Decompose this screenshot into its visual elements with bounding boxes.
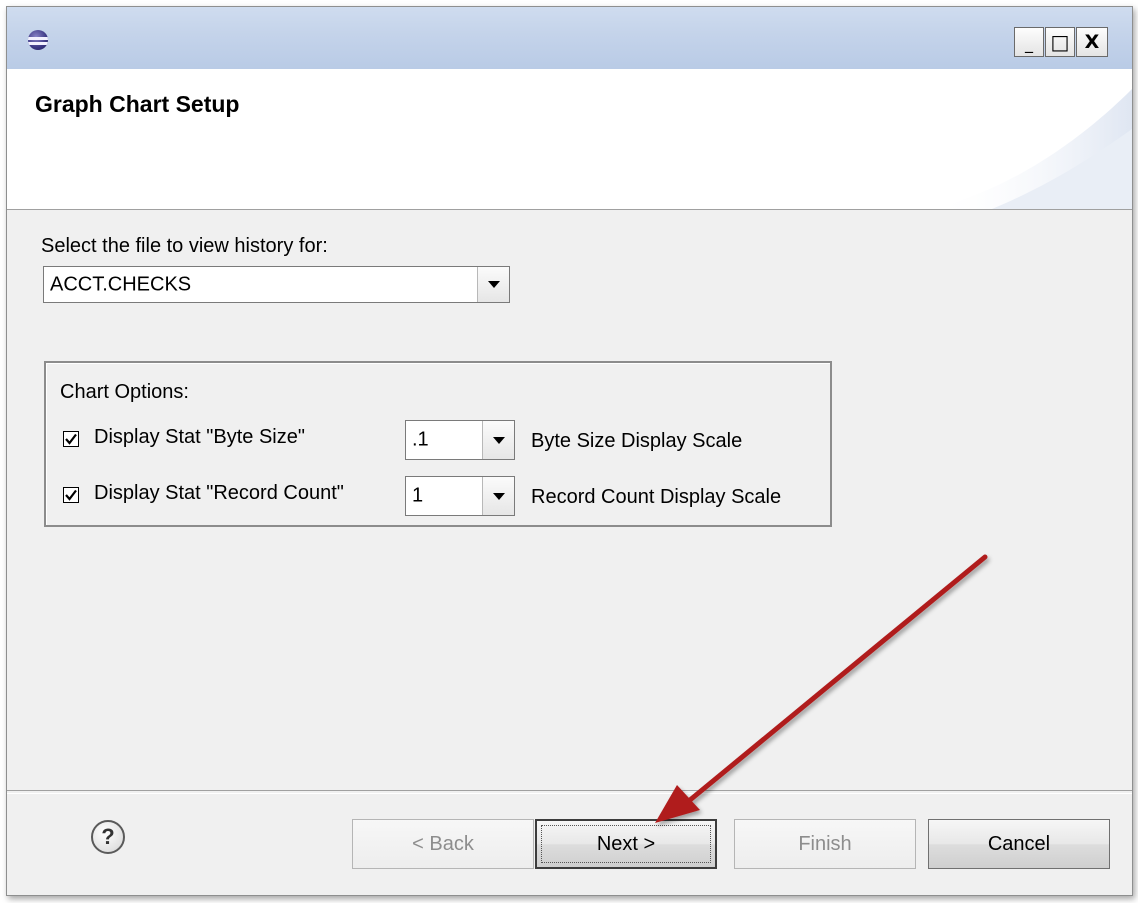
page-title: Graph Chart Setup [35, 91, 240, 117]
file-select-dropdown[interactable]: ACCT.CHECKS [43, 266, 510, 303]
cancel-button[interactable]: Cancel [928, 819, 1110, 869]
checkmark-icon [65, 433, 77, 445]
button-bar-divider [7, 790, 1132, 794]
file-select-value: ACCT.CHECKS [50, 273, 192, 295]
checkmark-icon [65, 489, 77, 501]
chart-options-group: Chart Options: Display Stat "Byte Size" … [44, 361, 832, 527]
chevron-down-icon[interactable] [482, 477, 514, 515]
wizard-dialog: _ □ X Graph Chart Setup Select the file … [6, 6, 1133, 896]
wizard-header: Graph Chart Setup [7, 69, 1132, 210]
record-count-checkbox[interactable] [63, 487, 79, 503]
chevron-down-icon[interactable] [482, 421, 514, 459]
record-count-scale-value: 1 [412, 484, 424, 507]
back-button[interactable]: < Back [352, 819, 534, 869]
record-count-scale-label: Record Count Display Scale [531, 486, 782, 508]
chevron-down-icon[interactable] [477, 267, 509, 302]
chart-options-title: Chart Options: [60, 381, 189, 403]
byte-size-checkbox[interactable] [63, 431, 79, 447]
byte-size-scale-dropdown[interactable]: .1 [405, 420, 515, 460]
close-icon: X [1084, 31, 1100, 53]
minimize-icon: _ [1025, 33, 1033, 53]
finish-button[interactable]: Finish [734, 819, 916, 869]
help-icon[interactable]: ? [91, 820, 125, 854]
record-count-scale-dropdown[interactable]: 1 [405, 476, 515, 516]
byte-size-scale-label: Byte Size Display Scale [531, 430, 743, 452]
close-button[interactable]: X [1076, 27, 1108, 57]
minimize-button[interactable]: _ [1014, 27, 1044, 57]
byte-size-label: Display Stat "Byte Size" [94, 426, 305, 448]
next-button[interactable]: Next > [535, 819, 717, 869]
title-bar[interactable]: _ □ X [7, 7, 1132, 69]
file-select-label: Select the file to view history for: [41, 235, 328, 257]
maximize-icon: □ [1050, 30, 1070, 54]
byte-size-scale-value: .1 [412, 428, 429, 451]
record-count-label: Display Stat "Record Count" [94, 482, 344, 504]
eclipse-app-icon [28, 30, 48, 50]
maximize-button[interactable]: □ [1045, 27, 1075, 57]
header-banner-graphic [932, 89, 1132, 209]
